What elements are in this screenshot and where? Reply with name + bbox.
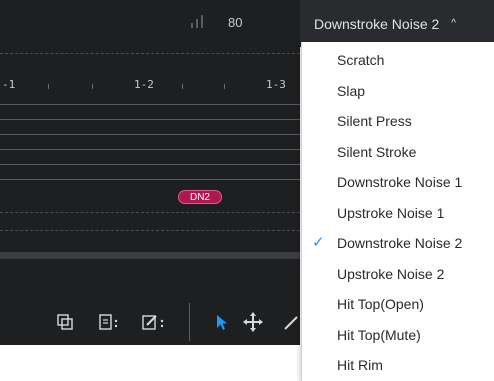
string-line xyxy=(0,119,300,120)
pencil-icon[interactable] xyxy=(283,312,299,332)
track-editor[interactable]: 80 -1 1-2 1-3 DN2 xyxy=(0,0,300,345)
menu-item-label: Silent Stroke xyxy=(337,143,417,160)
menu-item-label: Hit Rim xyxy=(337,357,383,373)
string-line xyxy=(0,104,300,105)
grid-line xyxy=(0,230,300,231)
menu-item-label: Upstroke Noise 1 xyxy=(337,204,445,221)
menu-item[interactable]: Hit Top(Mute) xyxy=(302,319,494,351)
move-icon[interactable] xyxy=(243,312,263,332)
chevron-up-icon: ^ xyxy=(451,18,456,29)
string-line xyxy=(0,164,300,165)
dropdown-selected-label: Downstroke Noise 2 xyxy=(314,15,440,32)
ruler-label: 1-3 xyxy=(266,78,286,91)
menu-item-label: Hit Top(Open) xyxy=(337,296,424,312)
footer-area xyxy=(0,345,300,381)
level-meter-icon xyxy=(191,15,211,28)
ruler-label: -1 xyxy=(2,78,16,91)
articulation-dropdown[interactable]: Downstroke Noise 2 ^ xyxy=(300,0,494,47)
menu-item-label: Scratch xyxy=(337,52,385,68)
menu-item-label: Silent Press xyxy=(337,113,412,129)
select-arrow-icon[interactable] xyxy=(214,312,228,332)
articulation-menu: Scratch Slap Silent Press Silent Stroke … xyxy=(301,42,494,381)
menu-item[interactable]: Upstroke Noise 1 xyxy=(302,197,494,229)
menu-item-selected[interactable]: ✓ Downstroke Noise 2 xyxy=(302,227,494,259)
menu-item[interactable]: Upstroke Noise 2 xyxy=(302,258,494,290)
ruler-label: 1-2 xyxy=(134,78,154,91)
list-menu-icon[interactable] xyxy=(98,312,124,332)
grid-line xyxy=(0,53,300,54)
menu-item-label: Upstroke Noise 2 xyxy=(337,265,445,282)
copy-icon[interactable] xyxy=(56,312,74,332)
edit-menu-icon[interactable] xyxy=(141,312,169,332)
menu-item-label: Hit Top(Mute) xyxy=(337,326,421,343)
track-divider xyxy=(0,252,300,259)
note-badge[interactable]: DN2 xyxy=(178,190,222,204)
menu-item-label: Slap xyxy=(337,82,366,99)
menu-item-label: Downstroke Noise 2 xyxy=(337,235,463,251)
menu-item[interactable]: Scratch xyxy=(302,44,494,76)
menu-item[interactable]: Downstroke Noise 1 xyxy=(302,166,494,198)
grid-line xyxy=(0,212,300,213)
string-line xyxy=(0,149,300,150)
menu-item[interactable]: Silent Press xyxy=(302,105,494,137)
tempo-value: 80 xyxy=(228,15,243,30)
string-line xyxy=(0,179,300,180)
toolbar-separator xyxy=(189,303,190,341)
string-line xyxy=(0,134,300,135)
menu-item[interactable]: Slap xyxy=(302,75,494,107)
menu-item[interactable]: Silent Stroke xyxy=(302,136,494,168)
checkmark-icon: ✓ xyxy=(312,234,325,251)
menu-item[interactable]: Hit Top(Open) xyxy=(302,288,494,320)
menu-item-label: Downstroke Noise 1 xyxy=(337,174,463,190)
menu-item[interactable]: Hit Rim xyxy=(302,349,494,381)
